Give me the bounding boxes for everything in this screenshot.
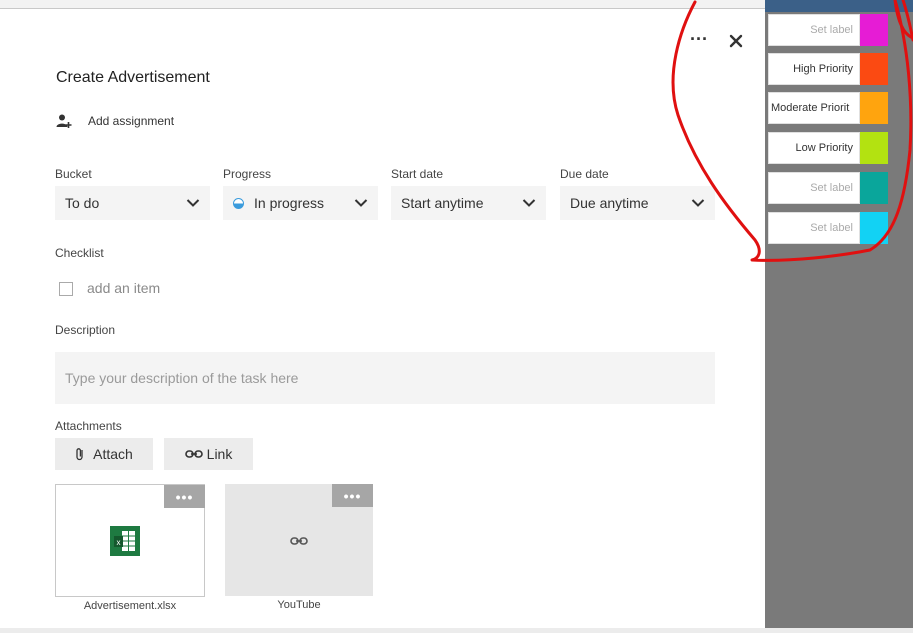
label-row-6: Set label: [768, 212, 888, 244]
add-checklist-item-input[interactable]: add an item: [87, 280, 160, 296]
bucket-value: To do: [65, 195, 100, 211]
label-color-swatch: [860, 212, 888, 244]
excel-file-icon: x: [110, 526, 140, 556]
label-name-input[interactable]: Set label: [768, 212, 860, 244]
more-options-button[interactable]: ···: [688, 30, 710, 51]
bucket-select[interactable]: To do: [55, 186, 210, 220]
attachments-label: Attachments: [55, 419, 122, 433]
due-date-label: Due date: [560, 167, 609, 181]
label-color-swatch: [860, 92, 888, 124]
label-color-swatch: [860, 132, 888, 164]
paperclip-icon: [76, 448, 83, 461]
task-title[interactable]: Create Advertisement: [56, 69, 210, 87]
attachment-more-button[interactable]: •••: [164, 485, 205, 508]
add-assignment-label: Add assignment: [88, 114, 175, 128]
start-date-select[interactable]: Start anytime: [391, 186, 546, 220]
label-name-input[interactable]: Low Priority: [768, 132, 860, 164]
start-date-label: Start date: [391, 167, 444, 181]
in-progress-icon: [233, 197, 244, 209]
link-label: Link: [206, 446, 233, 462]
label-row-1: Set label: [768, 14, 888, 46]
attachment-name[interactable]: YouTube: [225, 599, 373, 611]
progress-value: In progress: [254, 195, 325, 211]
chevron-down-icon: [354, 199, 368, 207]
label-name-input[interactable]: Set label: [768, 172, 860, 204]
svg-text:x: x: [117, 538, 121, 547]
due-date-select[interactable]: Due anytime: [560, 186, 715, 220]
link-icon: [290, 537, 308, 545]
label-name-input[interactable]: Moderate Priorit: [768, 92, 860, 124]
chevron-down-icon: [522, 199, 536, 207]
window-top-strip: [0, 0, 765, 8]
start-date-value: Start anytime: [401, 195, 484, 211]
bucket-label: Bucket: [55, 167, 92, 181]
attachment-excel-thumbnail[interactable]: ••• x: [55, 484, 205, 597]
label-name-input[interactable]: Set label: [768, 14, 860, 46]
attach-button[interactable]: Attach: [55, 438, 153, 470]
progress-select[interactable]: In progress: [223, 186, 378, 220]
attachment-name[interactable]: Advertisement.xlsx: [55, 600, 205, 612]
attachment-link-thumbnail[interactable]: •••: [225, 484, 373, 596]
close-icon: [729, 34, 743, 48]
label-row-3: Moderate Priorit: [768, 92, 888, 124]
chevron-down-icon: [691, 199, 705, 207]
attachment-more-button[interactable]: •••: [332, 484, 373, 507]
label-row-4: Low Priority: [768, 132, 888, 164]
label-row-5: Set label: [768, 172, 888, 204]
attach-label: Attach: [93, 446, 133, 462]
due-date-value: Due anytime: [570, 195, 649, 211]
link-icon: [184, 450, 203, 458]
chevron-down-icon: [186, 199, 200, 207]
link-button[interactable]: Link: [164, 438, 253, 470]
progress-label: Progress: [223, 167, 272, 181]
task-details-dialog: ··· Create Advertisement Add assignment …: [0, 8, 765, 628]
label-name-input[interactable]: High Priority: [768, 53, 860, 85]
add-person-icon: [56, 114, 72, 128]
description-input[interactable]: Type your description of the task here: [55, 352, 715, 404]
label-color-swatch: [860, 172, 888, 204]
add-assignment-button[interactable]: Add assignment: [56, 113, 174, 129]
checklist-checkbox[interactable]: [59, 282, 73, 296]
label-color-swatch: [860, 14, 888, 46]
label-color-swatch: [860, 53, 888, 85]
window-bottom-strip: [0, 628, 913, 633]
checklist-label: Checklist: [55, 246, 104, 260]
description-label: Description: [55, 323, 116, 337]
panel-top-bar: [765, 0, 913, 12]
label-row-2: High Priority: [768, 53, 888, 85]
close-button[interactable]: [726, 31, 746, 51]
